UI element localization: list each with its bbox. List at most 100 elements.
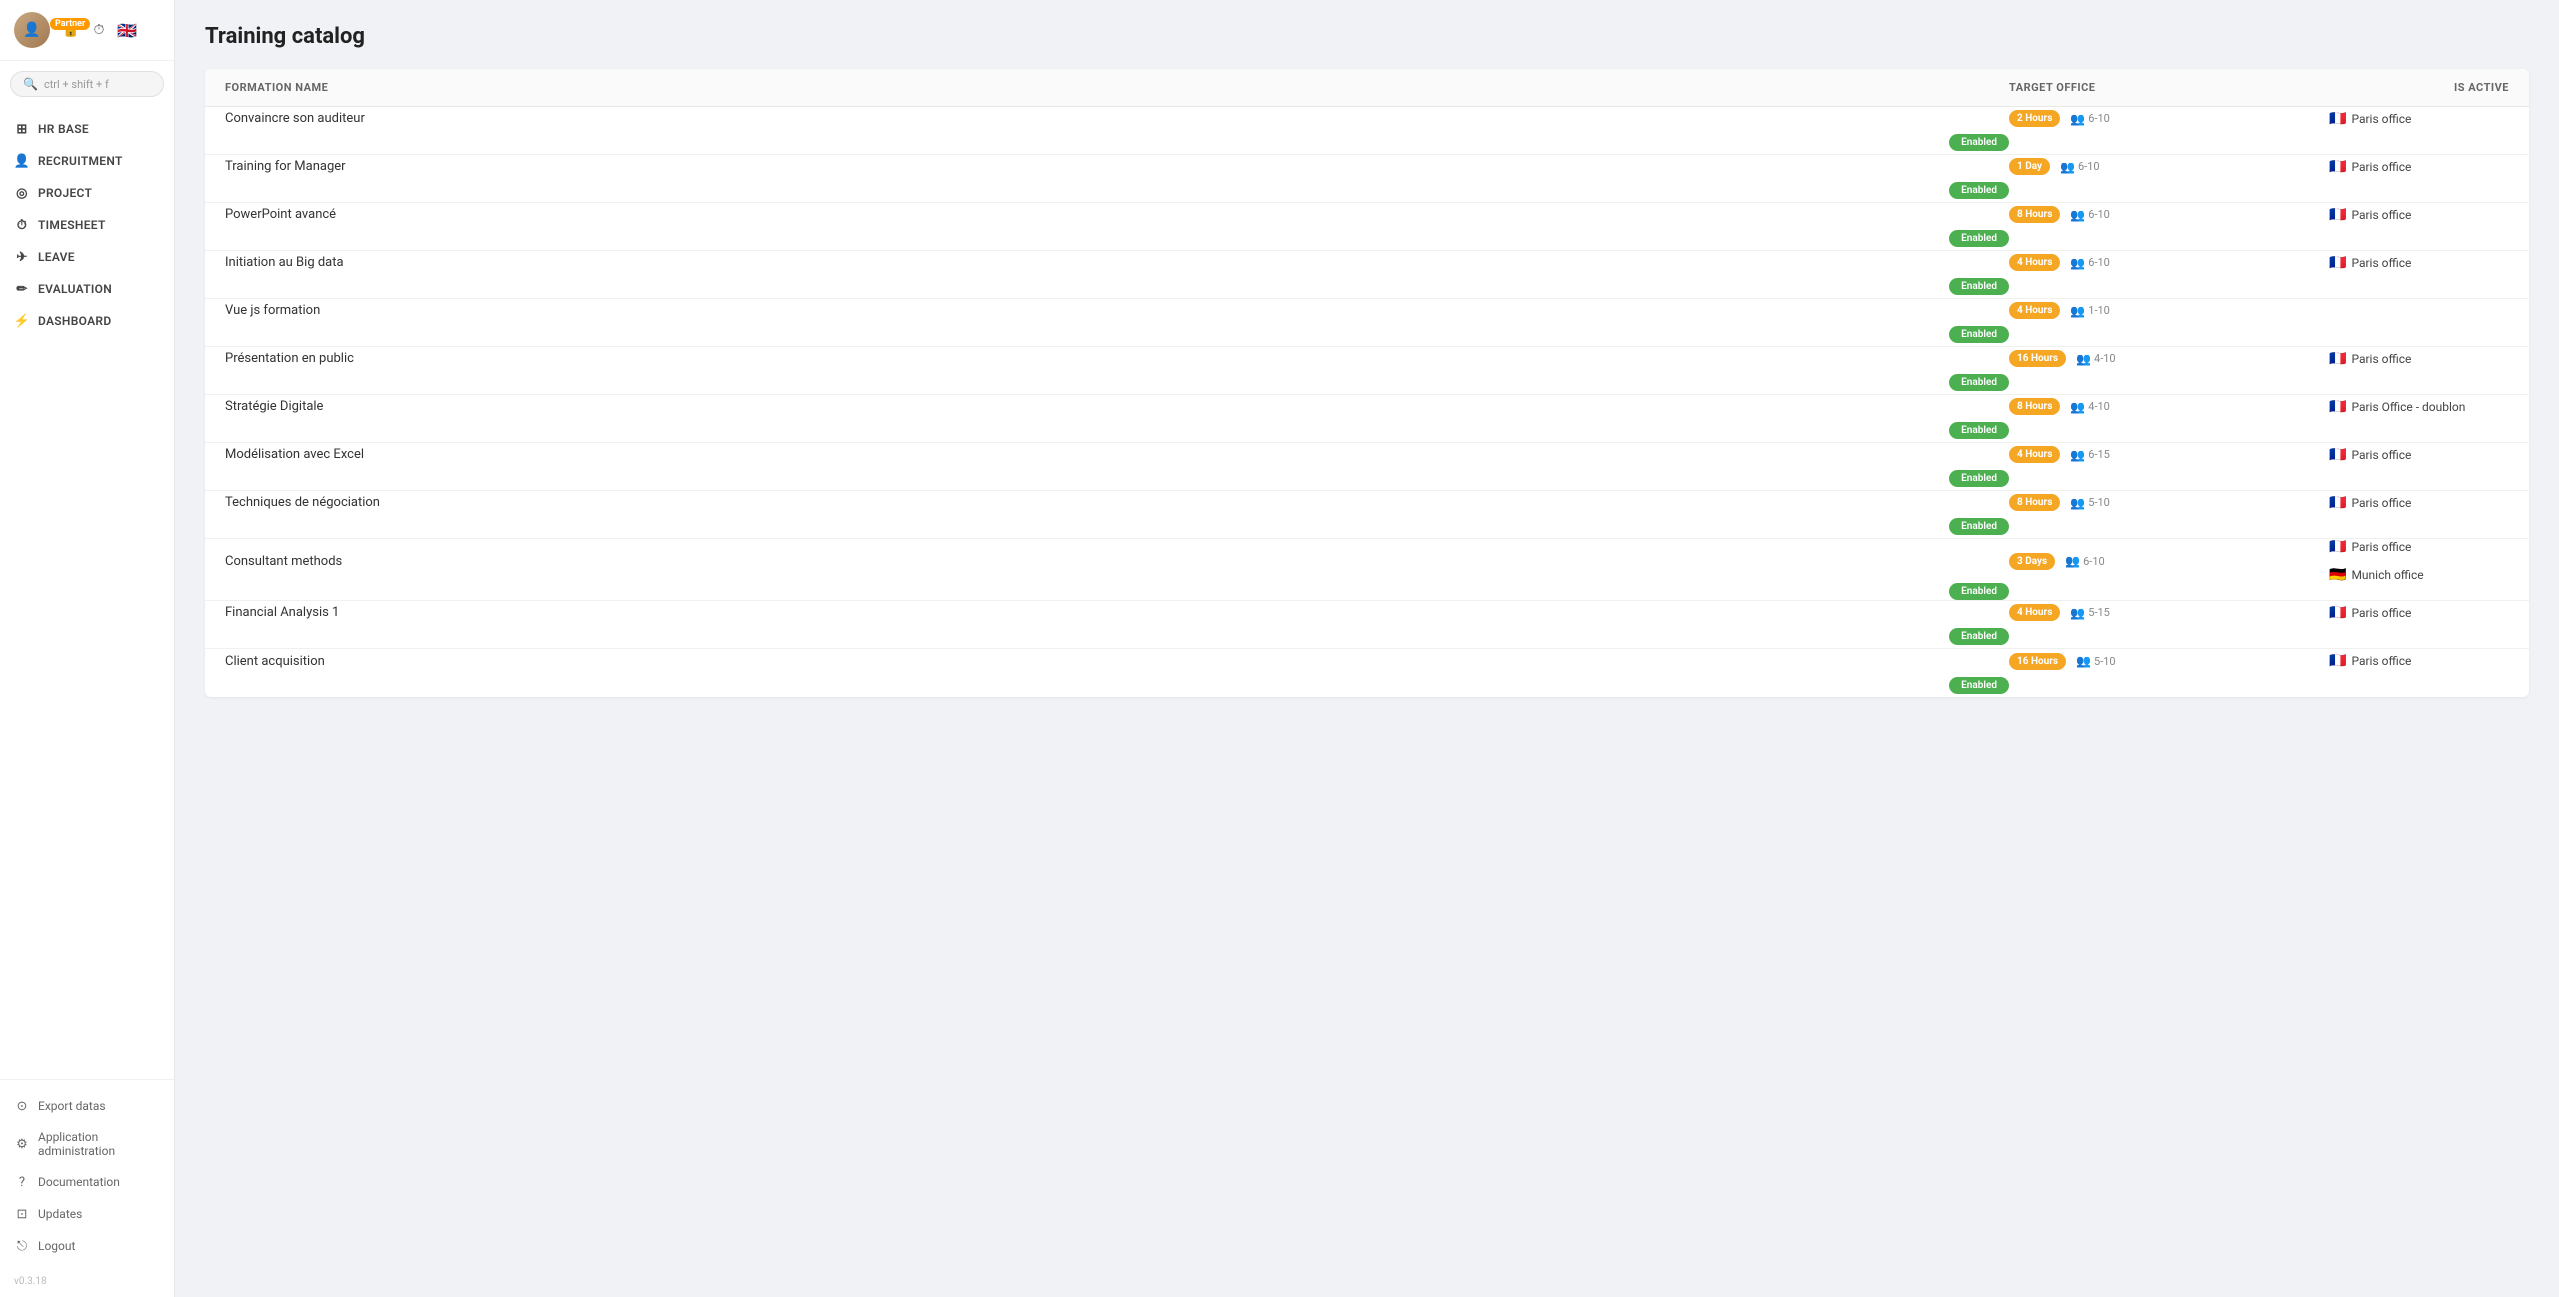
sidebar-item-evaluation[interactable]: ✏ EVALUATION [0, 273, 174, 305]
group-icon: 👥 [2070, 304, 2085, 318]
office-name: Paris office [2351, 540, 2411, 554]
table-row[interactable]: Consultant methods3 Days👥 6-10🇫🇷Paris of… [205, 539, 2529, 601]
row-status: Enabled [225, 583, 2009, 600]
office-flag: 🇫🇷 [2329, 399, 2346, 415]
badge-group: 👥 1-10 [2070, 304, 2110, 318]
util-label: Updates [38, 1207, 82, 1221]
util-updates[interactable]: ⊡ Updates [0, 1198, 174, 1230]
evaluation-icon: ✏ [14, 281, 30, 297]
util-export-datas[interactable]: ⊙ Export datas [0, 1090, 174, 1122]
row-name: Financial Analysis 1 [225, 605, 2009, 620]
version-label: v0.3.18 [0, 1266, 174, 1297]
table-row[interactable]: Convaincre son auditeur2 Hours👥 6-10🇫🇷Pa… [205, 107, 2529, 155]
sidebar-item-hr-base[interactable]: ⊞ HR BASE [0, 113, 174, 145]
app-admin-icon: ⚙ [14, 1136, 30, 1152]
badge-duration: 4 Hours [2009, 446, 2060, 463]
row-office: 🇫🇷Paris office [2329, 159, 2509, 175]
search-icon: 🔍 [23, 77, 38, 91]
sidebar-item-timesheet[interactable]: ⏱ TIMESHEET [0, 209, 174, 241]
badge-group: 👥 6-10 [2065, 554, 2105, 568]
badge-group: 👥 6-10 [2070, 256, 2110, 270]
util-app-admin[interactable]: ⚙ Application administration [0, 1122, 174, 1166]
badge-group: 👥 6-15 [2070, 448, 2110, 462]
group-icon: 👥 [2076, 654, 2091, 668]
col-target-office: TARGET OFFICE [2009, 81, 2329, 94]
badge-enabled: Enabled [1949, 422, 2009, 439]
util-logout[interactable]: ⎋ Logout [0, 1230, 174, 1262]
office-item: 🇫🇷Paris office [2329, 605, 2411, 621]
badge-enabled: Enabled [1949, 230, 2009, 247]
timer-icon[interactable]: ⏱ [88, 19, 110, 41]
sidebar-item-label: DASHBOARD [38, 314, 111, 328]
office-name: Paris office [2351, 448, 2411, 462]
badge-duration: 8 Hours [2009, 398, 2060, 415]
table-row[interactable]: Financial Analysis 14 Hours 👥 5-15 🇫🇷Paris… [205, 601, 2529, 649]
row-status: Enabled [225, 134, 2009, 151]
row-meta: 3 Days👥 6-10 [2009, 553, 2329, 570]
table-row[interactable]: Client acquisition16 Hours👥 5-10🇫🇷Paris … [205, 649, 2529, 697]
office-flag: 🇫🇷 [2329, 495, 2346, 511]
row-meta: 16 Hours👥 4-10 [2009, 350, 2329, 367]
row-office: 🇫🇷Paris office [2329, 605, 2509, 621]
badge-duration: 4 Hours [2009, 604, 2060, 621]
group-icon: 👥 [2070, 448, 2085, 462]
dashboard-icon: ⚡ [14, 313, 30, 329]
sidebar-item-project[interactable]: ◎ PROJECT [0, 177, 174, 209]
badge-group: 👥 4-10 [2070, 400, 2110, 414]
sidebar-item-dashboard[interactable]: ⚡ DASHBOARD [0, 305, 174, 337]
row-meta: 4 Hours👥 6-10 [2009, 254, 2329, 271]
row-meta: 2 Hours👥 6-10 [2009, 110, 2329, 127]
row-name: Stratégie Digitale [225, 399, 2009, 414]
group-icon: 👥 [2070, 256, 2085, 270]
badge-group: 👥 5-10 [2076, 654, 2116, 668]
badge-enabled: Enabled [1949, 470, 2009, 487]
table-row[interactable]: Présentation en public16 Hours👥 4-10🇫🇷Pa… [205, 347, 2529, 395]
office-item: 🇫🇷Paris office [2329, 159, 2411, 175]
sidebar-utility: ⊙ Export datas ⚙ Application administrat… [0, 1086, 174, 1266]
sidebar-divider [0, 1079, 174, 1080]
table-row[interactable]: Modélisation avec Excel4 Hours👥 6-15🇫🇷Pa… [205, 443, 2529, 491]
sidebar-item-label: RECRUITMENT [38, 154, 123, 168]
util-documentation[interactable]: ? Documentation [0, 1166, 174, 1198]
sidebar-item-recruitment[interactable]: 👤 RECRUITMENT [0, 145, 174, 177]
search-bar[interactable]: 🔍 ctrl + shift + f [10, 71, 164, 97]
row-office: 🇫🇷Paris office [2329, 351, 2509, 367]
table-row[interactable]: Stratégie Digitale8 Hours 👥 4-10 🇫🇷 Paris O… [205, 395, 2529, 443]
office-name: Paris office [2351, 352, 2411, 366]
badge-group: 👥 5-15 [2070, 606, 2110, 620]
badge-group: 👥 6-10 [2070, 208, 2110, 222]
office-name: Paris office [2351, 208, 2411, 222]
office-item: 🇫🇷Paris office [2329, 653, 2411, 669]
row-name: Vue js formation [225, 303, 2009, 318]
row-name: Techniques de négociation [225, 495, 2009, 510]
row-meta: 8 Hours👥 5-10 [2009, 494, 2329, 511]
table-row[interactable]: PowerPoint avancé8 Hours👥 6-10🇫🇷Paris of… [205, 203, 2529, 251]
util-label: Application administration [38, 1130, 160, 1158]
row-name: Training for Manager [225, 159, 2009, 174]
row-meta: 1 Day👥 6-10 [2009, 158, 2329, 175]
office-item: 🇫🇷Paris office [2329, 351, 2411, 367]
group-icon: 👥 [2076, 352, 2091, 366]
office-flag: 🇫🇷 [2329, 255, 2346, 271]
badge-enabled: Enabled [1949, 134, 2009, 151]
row-status: Enabled [225, 374, 2009, 391]
office-item: 🇫🇷 Paris Office - doublon [2329, 399, 2465, 415]
flag-uk-icon[interactable]: 🇬🇧 [116, 19, 138, 41]
badge-duration: 1 Day [2009, 158, 2050, 175]
table-row[interactable]: Initiation au Big data4 Hours👥 6-10🇫🇷Par… [205, 251, 2529, 299]
badge-group: 👥 4-10 [2076, 352, 2116, 366]
table-row[interactable]: Vue js formation4 Hours👥 1-10Enabled [205, 299, 2529, 347]
table-body: Convaincre son auditeur2 Hours👥 6-10🇫🇷Pa… [205, 107, 2529, 697]
catalog-table: FORMATION NAME TARGET OFFICE IS ACTIVE C… [205, 69, 2529, 697]
office-name: Munich office [2351, 568, 2423, 582]
avatar-container: 👤 Partner [14, 12, 50, 48]
office-name: Paris office [2351, 256, 2411, 270]
table-row[interactable]: Training for Manager1 Day👥 6-10🇫🇷Paris o… [205, 155, 2529, 203]
badge-duration: 8 Hours [2009, 494, 2060, 511]
row-name: Présentation en public [225, 351, 2009, 366]
sidebar-item-leave[interactable]: ✈ LEAVE [0, 241, 174, 273]
office-name: Paris Office - doublon [2351, 400, 2465, 414]
col-is-active: IS ACTIVE [2329, 81, 2509, 94]
table-row[interactable]: Techniques de négociation8 Hours👥 5-10🇫🇷… [205, 491, 2529, 539]
row-status: Enabled [225, 278, 2009, 295]
